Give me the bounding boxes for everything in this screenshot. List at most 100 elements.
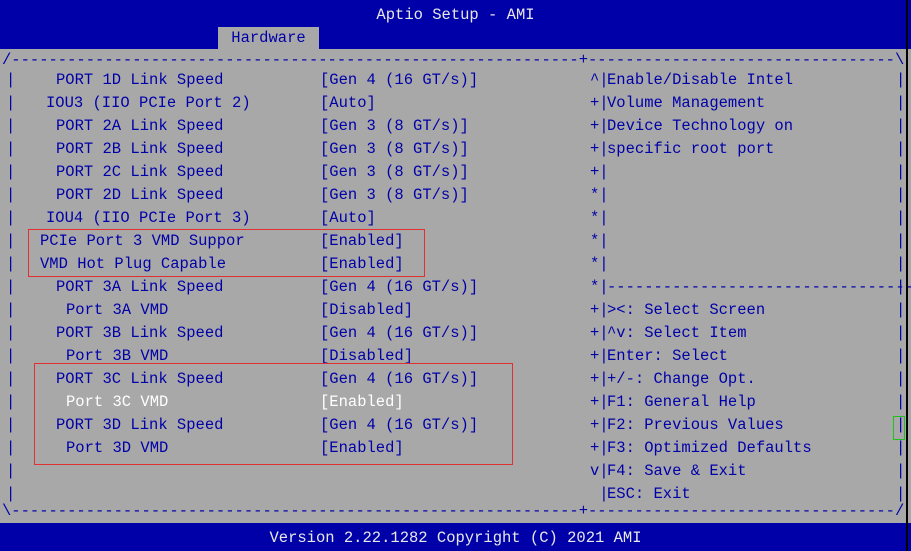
help-key-line: F2: Previous Values: [607, 416, 784, 434]
help-description-line: specific root port: [607, 140, 775, 158]
setting-row[interactable]: Port 3A VMD [Disabled]: [0, 299, 580, 322]
frame-right-edge: |: [896, 186, 906, 204]
help-description-line: Volume Management: [607, 94, 766, 112]
setting-row[interactable]: PORT 2A Link Speed [Gen 3 (8 GT/s)]: [0, 115, 580, 138]
scroll-marker: ^|: [590, 71, 609, 89]
setting-row[interactable]: VMD Hot Plug Capable [Enabled]: [0, 253, 580, 276]
screen-edge-right: [906, 0, 908, 551]
setting-value[interactable]: [Disabled]: [320, 345, 413, 368]
frame-right-edge: |: [896, 485, 906, 503]
setting-value[interactable]: [Enabled]: [320, 437, 404, 460]
scroll-marker: +|: [590, 140, 609, 158]
setting-row[interactable]: PORT 3D Link Speed [Gen 4 (16 GT/s)]: [0, 414, 580, 437]
setup-panel: /---------------------------------------…: [0, 49, 911, 523]
setting-label: PORT 3C Link Speed: [56, 370, 224, 388]
scroll-marker: +|: [590, 370, 609, 388]
setting-label: PCIe Port 3 VMD Suppor: [40, 232, 245, 250]
setting-label: Port 3B VMD: [66, 347, 169, 365]
setting-label: Port 3C VMD: [66, 393, 169, 411]
setting-row[interactable]: Port 3D VMD [Enabled]: [0, 437, 580, 460]
help-key-line: ^v: Select Item: [607, 324, 747, 342]
title-bar: Aptio Setup - AMI Hardware: [0, 0, 911, 49]
help-description-line: Enable/Disable Intel: [607, 71, 794, 89]
scroll-marker: +|: [590, 94, 609, 112]
frame-right-edge: |: [896, 347, 906, 365]
setting-label: Port 3A VMD: [66, 301, 169, 319]
setting-value[interactable]: [Auto]: [320, 92, 376, 115]
setting-row[interactable]: PORT 3B Link Speed [Gen 4 (16 GT/s)]: [0, 322, 580, 345]
setting-value[interactable]: [Enabled]: [320, 230, 404, 253]
setting-label: Port 3D VMD: [66, 439, 169, 457]
frame-right-edge: |: [896, 117, 906, 135]
setting-value[interactable]: [Gen 4 (16 GT/s)]: [320, 368, 478, 391]
scroll-marker: *|: [590, 255, 609, 273]
setting-value[interactable]: [Enabled]: [320, 391, 404, 414]
help-key-line: F4: Save & Exit: [607, 462, 747, 480]
scroll-marker: *|: [590, 232, 609, 250]
frame-left-edge: |: [6, 485, 16, 503]
setting-value[interactable]: [Gen 4 (16 GT/s)]: [320, 276, 478, 299]
setting-value[interactable]: [Gen 3 (8 GT/s)]: [320, 115, 469, 138]
frame-right-edge: |: [896, 71, 906, 89]
frame-right-edge: |: [896, 439, 906, 457]
help-key-line: F1: General Help: [607, 393, 756, 411]
setting-label: IOU3 (IIO PCIe Port 2): [46, 94, 251, 112]
setting-value[interactable]: [Auto]: [320, 207, 376, 230]
footer-bar: Version 2.22.1282 Copyright (C) 2021 AMI: [0, 523, 911, 551]
frame-right-edge: |: [896, 140, 906, 158]
help-key-line: ESC: Exit: [607, 485, 691, 503]
scroll-marker: *|: [590, 278, 609, 296]
setting-row[interactable]: PORT 2C Link Speed [Gen 3 (8 GT/s)]: [0, 161, 580, 184]
setting-label: IOU4 (IIO PCIe Port 3): [46, 209, 251, 227]
scroll-marker: v|: [590, 462, 609, 480]
setting-row[interactable]: Port 3C VMD [Enabled]: [0, 391, 580, 414]
scroll-marker: +|: [590, 163, 609, 181]
setting-value[interactable]: [Enabled]: [320, 253, 404, 276]
setting-value[interactable]: [Disabled]: [320, 299, 413, 322]
setting-label: PORT 2A Link Speed: [56, 117, 224, 135]
setting-row[interactable]: Port 3B VMD [Disabled]: [0, 345, 580, 368]
scroll-marker: *|: [590, 186, 609, 204]
frame-right-edge: |: [896, 94, 906, 112]
frame-right-edge: |: [896, 232, 906, 250]
setting-label: PORT 1D Link Speed: [56, 71, 224, 89]
help-key-line: ><: Select Screen: [607, 301, 766, 319]
setting-row[interactable]: PORT 1D Link Speed [Gen 4 (16 GT/s)]: [0, 69, 580, 92]
setting-label: PORT 2C Link Speed: [56, 163, 224, 181]
tab-hardware[interactable]: Hardware: [218, 27, 319, 49]
setting-value[interactable]: [Gen 4 (16 GT/s)]: [320, 414, 478, 437]
setting-value[interactable]: [Gen 3 (8 GT/s)]: [320, 138, 469, 161]
setting-row[interactable]: PORT 3C Link Speed [Gen 4 (16 GT/s)]: [0, 368, 580, 391]
scroll-marker: +|: [590, 439, 609, 457]
setting-value[interactable]: [Gen 4 (16 GT/s)]: [320, 322, 478, 345]
scroll-marker: +|: [590, 117, 609, 135]
setting-label: PORT 3B Link Speed: [56, 324, 224, 342]
setting-row[interactable]: IOU3 (IIO PCIe Port 2) [Auto]: [0, 92, 580, 115]
help-description-line: Device Technology on: [607, 117, 794, 135]
frame-left-edge: |: [6, 462, 16, 480]
frame-right-edge: |: [896, 393, 906, 411]
setting-row[interactable]: IOU4 (IIO PCIe Port 3) [Auto]: [0, 207, 580, 230]
frame-right-edge: |: [896, 324, 906, 342]
app-title: Aptio Setup - AMI: [376, 6, 535, 24]
setting-row[interactable]: PORT 2D Link Speed [Gen 3 (8 GT/s)]: [0, 184, 580, 207]
frame-right-edge: |: [896, 416, 906, 434]
setting-row[interactable]: PCIe Port 3 VMD Suppor [Enabled]: [0, 230, 580, 253]
frame-right-edge: |: [896, 462, 906, 480]
scroll-marker: +|: [590, 301, 609, 319]
frame-right-edge: |: [896, 209, 906, 227]
setting-label: PORT 3D Link Speed: [56, 416, 224, 434]
frame-right-edge: |: [896, 301, 906, 319]
setting-value[interactable]: [Gen 3 (8 GT/s)]: [320, 184, 469, 207]
scroll-marker-tail: |: [590, 485, 609, 503]
setting-value[interactable]: [Gen 4 (16 GT/s)]: [320, 69, 478, 92]
scroll-marker: +|: [590, 393, 609, 411]
scroll-marker: +|: [590, 324, 609, 342]
setting-row[interactable]: PORT 2B Link Speed [Gen 3 (8 GT/s)]: [0, 138, 580, 161]
setting-row[interactable]: PORT 3A Link Speed [Gen 4 (16 GT/s)]: [0, 276, 580, 299]
scroll-marker: +|: [590, 416, 609, 434]
frame-right-edge: |: [896, 370, 906, 388]
setting-value[interactable]: [Gen 3 (8 GT/s)]: [320, 161, 469, 184]
help-key-line: +/-: Change Opt.: [607, 370, 756, 388]
scroll-marker: +|: [590, 347, 609, 365]
